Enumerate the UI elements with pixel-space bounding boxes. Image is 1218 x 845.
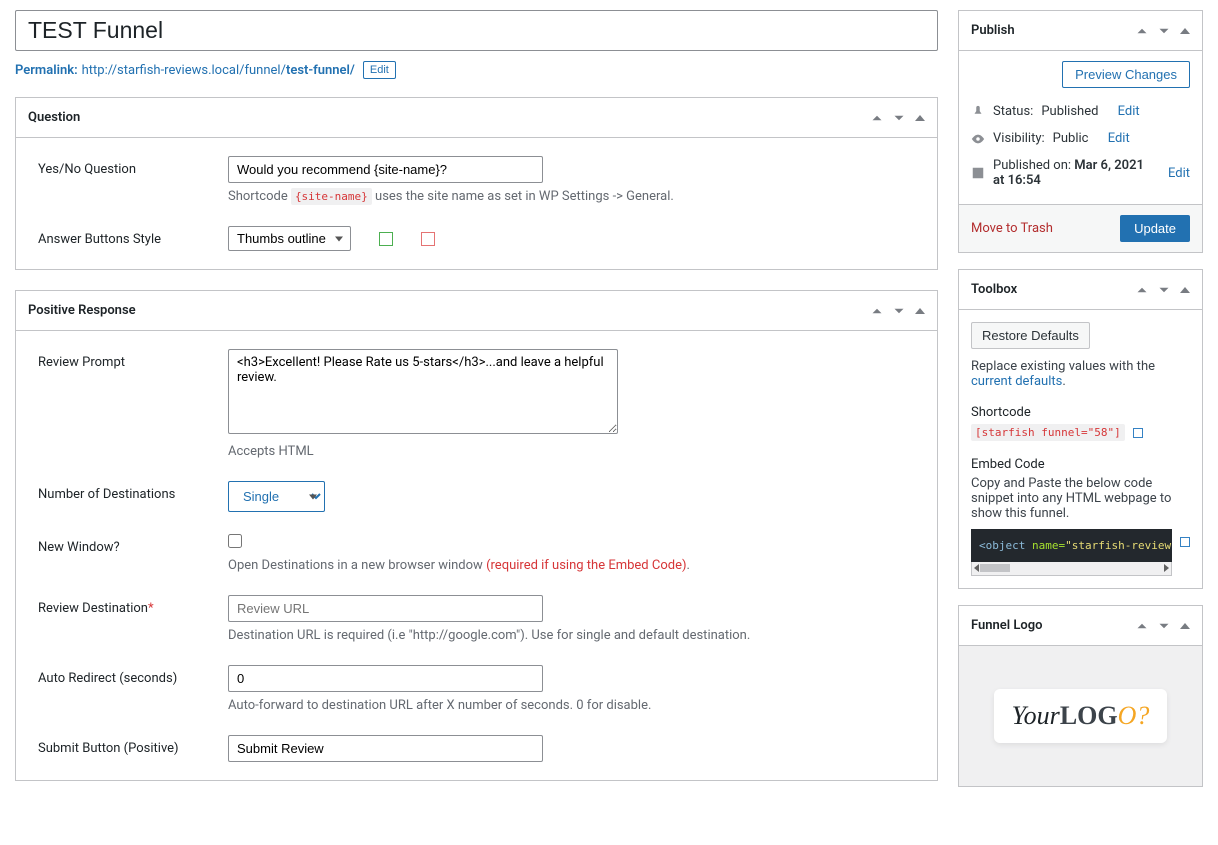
prompt-help: Accepts HTML: [228, 444, 915, 459]
dest-label: Review Destination*: [38, 595, 228, 643]
newwin-help: Open Destinations in a new browser windo…: [228, 558, 915, 573]
shortcode-label: Shortcode: [971, 405, 1190, 420]
positive-title: Positive Response: [28, 303, 136, 318]
toggle-triangle-icon[interactable]: [1180, 287, 1190, 293]
embed-code-box[interactable]: <object name="starfish-reviews-funne: [971, 529, 1172, 562]
publish-box: Publish Preview Changes Status: Publishe…: [958, 10, 1203, 253]
positive-response-box: Positive Response Review Prompt <h3>Exce…: [15, 290, 938, 781]
scroll-left-icon[interactable]: [974, 564, 979, 572]
date-edit-link[interactable]: Edit: [1168, 166, 1190, 181]
chevron-down-icon[interactable]: [893, 305, 905, 317]
shortcode-code: {site-name}: [291, 188, 372, 205]
status-row: Status: Published Edit: [971, 98, 1190, 125]
current-defaults-link[interactable]: current defaults: [971, 374, 1062, 389]
scroll-right-icon[interactable]: [1164, 564, 1169, 572]
logo-title: Funnel Logo: [971, 618, 1043, 633]
embed-help: Copy and Paste the below code snippet in…: [971, 476, 1190, 521]
restore-defaults-button[interactable]: Restore Defaults: [971, 322, 1090, 349]
newwin-label: New Window?: [38, 534, 228, 573]
question-box: Question Yes/No Question Shortcode {site…: [15, 97, 938, 270]
publish-title: Publish: [971, 23, 1015, 38]
replace-text: Replace existing values with the current…: [971, 359, 1190, 389]
permalink-label: Permalink:: [15, 63, 78, 78]
toggle-triangle-icon[interactable]: [1180, 28, 1190, 34]
submit-label: Submit Button (Positive): [38, 735, 228, 762]
style-select[interactable]: Thumbs outline: [228, 226, 351, 251]
permalink-row: Permalink: http://starfish-reviews.local…: [15, 61, 938, 79]
chevron-up-icon[interactable]: [1136, 25, 1148, 37]
dest-help: Destination URL is required (i.e "http:/…: [228, 628, 915, 643]
chevron-up-icon[interactable]: [871, 305, 883, 317]
scroll-thumb[interactable]: [980, 564, 1010, 572]
newwin-checkbox[interactable]: [228, 534, 242, 548]
toggle-triangle-icon[interactable]: [915, 115, 925, 121]
dest-input[interactable]: [228, 595, 543, 622]
copy-icon[interactable]: [1180, 537, 1190, 547]
yesno-label: Yes/No Question: [38, 156, 228, 204]
toolbox-title: Toolbox: [971, 282, 1017, 297]
prompt-textarea[interactable]: <h3>Excellent! Please Rate us 5-stars</h…: [228, 349, 618, 434]
toggle-triangle-icon[interactable]: [915, 308, 925, 314]
visibility-edit-link[interactable]: Edit: [1108, 131, 1130, 146]
permalink-link[interactable]: http://starfish-reviews.local/funnel/tes…: [82, 63, 355, 78]
calendar-icon: [971, 166, 985, 180]
yesno-input[interactable]: [228, 156, 543, 183]
chevron-down-icon[interactable]: [1158, 25, 1170, 37]
style-label: Answer Buttons Style: [38, 226, 228, 251]
submit-input[interactable]: [228, 735, 543, 762]
copy-icon[interactable]: [1133, 428, 1143, 438]
prompt-label: Review Prompt: [38, 349, 228, 459]
redirect-input[interactable]: [228, 665, 543, 692]
chevron-up-icon[interactable]: [1136, 284, 1148, 296]
chevron-up-icon[interactable]: [871, 112, 883, 124]
status-edit-link[interactable]: Edit: [1118, 104, 1140, 119]
thumb-up-icon: [379, 232, 393, 246]
published-row: Published on: Mar 6, 2021 at 16:54 Edit: [971, 152, 1190, 194]
question-title: Question: [28, 110, 80, 125]
thumb-down-icon: [421, 232, 435, 246]
toggle-triangle-icon[interactable]: [1180, 623, 1190, 629]
logo-image: YourLOGO?: [994, 689, 1168, 743]
yesno-help: Shortcode {site-name} uses the site name…: [228, 189, 915, 204]
redirect-help: Auto-forward to destination URL after X …: [228, 698, 915, 713]
dest-num-select[interactable]: Single: [228, 481, 325, 512]
toolbox-box: Toolbox Restore Defaults Replace existin…: [958, 269, 1203, 589]
chevron-up-icon[interactable]: [1136, 620, 1148, 632]
eye-icon: [971, 132, 985, 146]
embed-label: Embed Code: [971, 457, 1190, 472]
preview-button[interactable]: Preview Changes: [1062, 61, 1190, 88]
visibility-row: Visibility: Public Edit: [971, 125, 1190, 152]
trash-link[interactable]: Move to Trash: [971, 221, 1053, 236]
scrollbar[interactable]: [971, 562, 1172, 576]
post-title-input[interactable]: [15, 10, 938, 51]
chevron-down-icon[interactable]: [1158, 284, 1170, 296]
logo-preview: YourLOGO?: [959, 646, 1202, 786]
pin-icon: [971, 105, 985, 119]
dest-num-label: Number of Destinations: [38, 481, 228, 512]
chevron-down-icon[interactable]: [1158, 620, 1170, 632]
shortcode-value: [starfish funnel="58"]: [971, 424, 1125, 441]
redirect-label: Auto Redirect (seconds): [38, 665, 228, 713]
update-button[interactable]: Update: [1120, 215, 1190, 242]
edit-slug-button[interactable]: Edit: [363, 61, 396, 79]
chevron-down-icon[interactable]: [893, 112, 905, 124]
funnel-logo-box: Funnel Logo YourLOGO?: [958, 605, 1203, 787]
